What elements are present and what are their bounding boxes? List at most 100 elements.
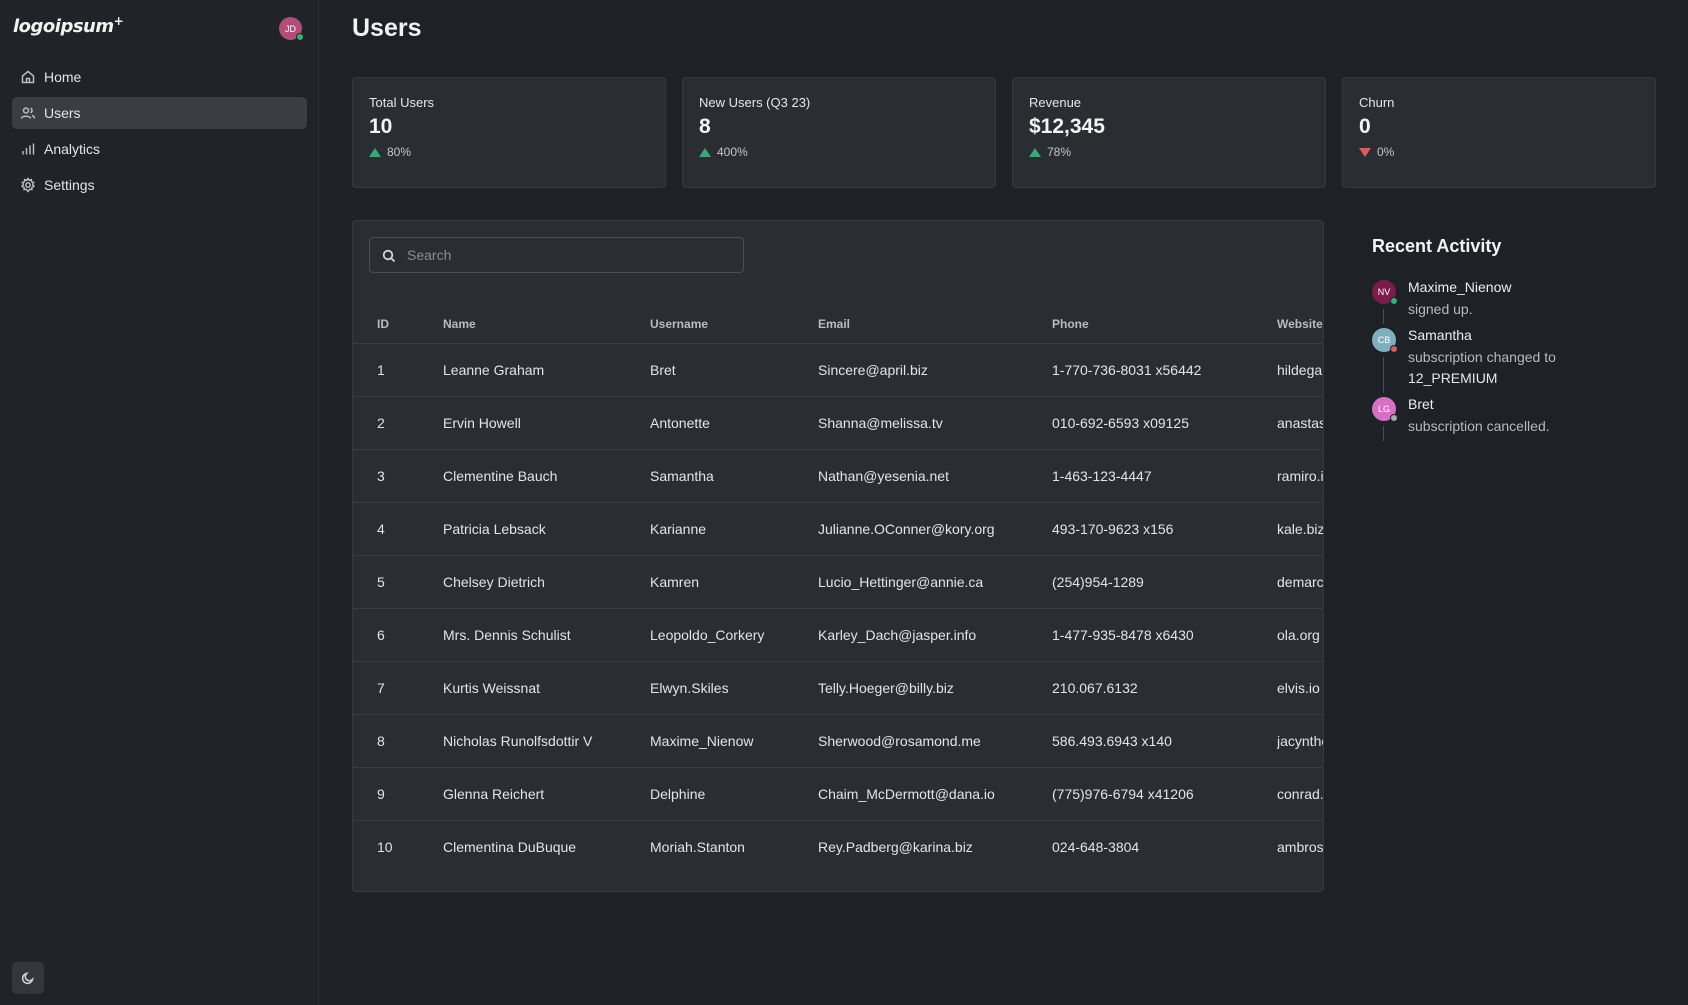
sidebar-item-users[interactable]: Users [12,97,307,129]
avatar[interactable]: JD [279,17,304,41]
table-row[interactable]: 7 Kurtis Weissnat Elwyn.Skiles Telly.Hoeger… [353,661,1323,715]
search-input[interactable] [407,238,737,272]
stat-value: 8 [699,115,711,138]
logo-mark: + [113,14,124,28]
activity-user-name[interactable]: Samantha [1408,327,1672,343]
column-header-id[interactable]: ID [353,305,443,344]
cell-name: Clementine Bauch [443,449,650,503]
column-header-username[interactable]: Username [650,305,818,344]
sidebar-item-analytics[interactable]: Analytics [12,133,307,165]
stat-card-new-users: New Users (Q3 23) 8 400% [682,77,996,188]
search-box[interactable] [369,237,744,273]
sidebar: logoipsum+ JD Home Users Analytics Setti… [0,0,319,1005]
activity-avatar[interactable]: LG [1372,397,1398,422]
stat-change: 400% [699,145,979,159]
cell-username: Delphine [650,767,818,821]
activity-text: signed up. [1408,301,1473,317]
cell-id: 10 [377,838,393,855]
activity-avatar[interactable]: NV [1372,280,1398,305]
activity-description: signed up. [1408,299,1672,320]
table-row[interactable]: 6 Mrs. Dennis Schulist Leopoldo_Corkery Kar… [353,608,1323,662]
trend-up-icon [1029,147,1041,157]
stat-card-revenue: Revenue $12,345 78% [1012,77,1326,188]
stat-value: 0 [1359,115,1371,138]
table-row[interactable]: 3 Clementine Bauch Samantha Nathan@yesenia.… [353,449,1323,503]
sidebar-item-label: Users [44,105,81,121]
cell-name: Ervin Howell [443,396,650,450]
activity-user-name[interactable]: Maxime_Nienow [1408,279,1672,295]
cell-email: Karley_Dach@jasper.info [818,608,1052,662]
stat-change: 0% [1359,145,1639,159]
activity-item: LG Bret subscription cancelled. [1372,396,1672,441]
table-row[interactable]: 9 Glenna Reichert Delphine Chaim_McDermott@… [353,767,1323,821]
cell-username: Karianne [650,502,818,556]
cell-email: Telly.Hoeger@billy.biz [818,661,1052,715]
cell-name: Chelsey Dietrich [443,555,650,609]
cell-website: ola.org [1277,608,1323,662]
bar-chart-icon [22,143,35,155]
cell-phone: 493-170-9623 x156 [1052,502,1277,556]
activity-description: subscription cancelled. [1408,416,1672,437]
cell-website: kale.biz [1277,502,1323,556]
cell-name: Leanne Graham [443,343,650,397]
stat-change-value: 80% [387,145,412,159]
activity-text: subscription cancelled. [1408,418,1550,434]
cell-username: Elwyn.Skiles [650,661,818,715]
column-header-phone[interactable]: Phone [1052,305,1277,344]
trend-up-icon [699,147,711,157]
table-row[interactable]: 5 Chelsey Dietrich Kamren Lucio_Hettinger@a… [353,555,1323,609]
cell-email: Sincere@april.biz [818,343,1052,397]
trend-down-icon [1359,147,1371,157]
column-header-website[interactable]: Website [1277,305,1323,344]
table-row[interactable]: 2 Ervin Howell Antonette Shanna@melissa.tv 0… [353,396,1323,450]
column-header-name[interactable]: Name [443,305,650,344]
avatar-initials: JD [285,23,296,34]
table-header-row: ID Name Username Email Phone Website [353,305,1323,344]
table-row[interactable]: 4 Patricia Lebsack Karianne Julianne.OConne… [353,502,1323,556]
trend-up-icon [369,147,381,157]
stat-change: 80% [369,145,649,159]
cell-username: Maxime_Nienow [650,714,818,768]
sidebar-item-home[interactable]: Home [12,61,307,93]
cell-email: Rey.Padberg@karina.biz [818,838,973,855]
column-header-email[interactable]: Email [818,305,1052,344]
sidebar-item-label: Settings [44,177,95,193]
table-row[interactable]: 8 Nicholas Runolfsdottir V Maxime_Nienow Sh… [353,714,1323,768]
cell-email: Sherwood@rosamond.me [818,714,1052,768]
cell-phone: (254)954-1289 [1052,555,1277,609]
stat-change-value: 0% [1377,145,1395,159]
theme-toggle-button[interactable] [12,962,44,994]
home-icon [21,70,35,84]
stat-card-total-users: Total Users 10 80% [352,77,666,188]
cell-id: 9 [353,767,443,821]
cell-phone: 210.067.6132 [1052,661,1277,715]
cell-id: 3 [353,449,443,503]
online-status-dot [296,33,304,41]
cell-website: hildegard.org [1277,343,1323,397]
moon-icon [21,972,34,985]
avatar-initials: LG [1377,404,1390,414]
cell-username: Leopoldo_Corkery [650,608,818,662]
table-row[interactable]: 1 Leanne Graham Bret Sincere@april.biz 1-770… [353,343,1323,397]
cell-email: Chaim_McDermott@dana.io [818,767,1052,821]
logo[interactable]: logoipsum+ [13,14,124,37]
sidebar-item-settings[interactable]: Settings [12,169,307,201]
cell-username: Samantha [650,449,818,503]
table-body: 1 Leanne Graham Bret Sincere@april.biz 1-770… [353,343,1323,873]
cell-name: Glenna Reichert [443,767,650,821]
activity-item: CB Samantha subscription changed to 12_PREM… [1372,327,1672,393]
status-dot [1390,345,1398,353]
activity-user-name[interactable]: Bret [1408,396,1672,412]
cell-email: Julianne.OConner@kory.org [818,502,1052,556]
cell-name: Patricia Lebsack [443,502,650,556]
cell-email: Shanna@melissa.tv [818,396,1052,450]
cell-username: Bret [650,343,818,397]
cell-username: Kamren [650,555,818,609]
timeline-connector [1383,309,1384,324]
stat-change-value: 78% [1047,145,1072,159]
cell-phone: 586.493.6943 x140 [1052,714,1277,768]
activity-avatar[interactable]: CB [1372,328,1398,353]
timeline-connector [1383,357,1384,393]
sidebar-item-label: Home [44,69,82,85]
table-row[interactable]: 10 Clementina DuBuque Moriah.Stanton Rey.Pa… [353,820,1323,873]
